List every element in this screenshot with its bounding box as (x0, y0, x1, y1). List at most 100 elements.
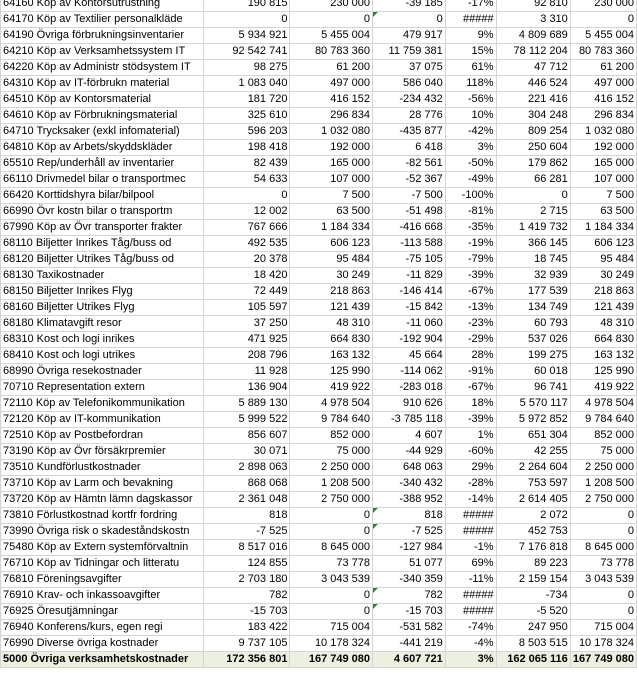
account-cell[interactable]: 64190 Övriga förbrukningsinventarier (0, 27, 205, 44)
budget-2-cell[interactable]: 75 000 (569, 443, 637, 460)
account-cell[interactable]: 65510 Rep/underhåll av inventarier (0, 155, 205, 172)
diff-cell[interactable]: -340 432 (372, 475, 446, 492)
budget-cell[interactable]: 48 310 (289, 315, 373, 332)
outcome-cell[interactable]: 72 449 (203, 283, 291, 300)
outcome-cell[interactable]: 492 535 (203, 235, 291, 252)
outcome-cell[interactable]: 325 610 (203, 107, 291, 124)
budget-2-cell[interactable]: 0 (569, 11, 637, 28)
budget-2-cell[interactable]: 2 750 000 (569, 491, 637, 508)
account-cell[interactable]: 73720 Köp av Hämtn lämn dagskassor (0, 491, 205, 508)
budget-cell[interactable]: 8 645 000 (289, 539, 373, 556)
prev-year-cell[interactable]: 452 753 (495, 523, 571, 540)
diff-percent-cell[interactable]: 28% (444, 347, 497, 364)
prev-year-cell[interactable]: 366 145 (495, 235, 571, 252)
outcome-cell[interactable]: -15 703 (203, 603, 291, 620)
diff-cell[interactable]: 910 626 (372, 395, 446, 412)
outcome-cell[interactable]: 767 666 (203, 219, 291, 236)
prev-year-cell[interactable]: 753 597 (495, 475, 571, 492)
diff-cell[interactable]: -3 785 118 (372, 411, 446, 428)
outcome-cell[interactable]: 5 889 130 (203, 395, 291, 412)
budget-2-cell[interactable]: 165 000 (569, 155, 637, 172)
outcome-cell[interactable]: 5 934 921 (203, 27, 291, 44)
prev-year-cell[interactable]: 304 248 (495, 107, 571, 124)
outcome-cell[interactable]: 37 250 (203, 315, 291, 332)
budget-cell[interactable]: 0 (289, 11, 373, 28)
outcome-cell[interactable]: 181 720 (203, 91, 291, 108)
prev-year-cell[interactable]: 60 018 (495, 363, 571, 380)
outcome-cell[interactable]: 12 002 (203, 203, 291, 220)
diff-percent-cell[interactable]: -4% (444, 635, 497, 652)
diff-cell[interactable]: -416 668 (372, 219, 446, 236)
diff-cell[interactable]: 28 776 (372, 107, 446, 124)
diff-percent-cell[interactable]: -39% (444, 267, 497, 284)
prev-year-cell[interactable]: 2 072 (495, 507, 571, 524)
budget-2-cell[interactable]: 121 439 (569, 299, 637, 316)
budget-2-cell[interactable]: 107 000 (569, 171, 637, 188)
account-cell[interactable]: 68410 Kost och logi utrikes (0, 347, 205, 364)
prev-year-cell[interactable]: 60 793 (495, 315, 571, 332)
account-cell[interactable]: 73510 Kundförlustkostnader (0, 459, 205, 476)
prev-year-cell[interactable]: 537 026 (495, 331, 571, 348)
prev-year-cell[interactable]: 3 310 (495, 11, 571, 28)
diff-percent-cell[interactable]: -1% (444, 539, 497, 556)
prev-year-cell[interactable]: 78 112 204 (495, 43, 571, 60)
outcome-cell[interactable]: 856 607 (203, 427, 291, 444)
budget-cell[interactable]: 121 439 (289, 299, 373, 316)
diff-percent-cell[interactable]: 29% (444, 459, 497, 476)
account-cell[interactable]: 68990 Övriga resekostnader (0, 363, 205, 380)
diff-cell[interactable]: -15 703 (372, 603, 446, 620)
diff-percent-cell[interactable]: 9% (444, 27, 497, 44)
budget-2-cell[interactable]: 5 455 004 (569, 27, 637, 44)
prev-year-cell[interactable]: 5 570 117 (495, 395, 571, 412)
prev-year-cell[interactable]: 162 065 116 (495, 651, 571, 668)
diff-cell[interactable]: -39 185 (372, 0, 446, 12)
budget-2-cell[interactable]: 1 184 334 (569, 219, 637, 236)
outcome-cell[interactable]: 1 083 040 (203, 75, 291, 92)
outcome-cell[interactable]: 208 796 (203, 347, 291, 364)
diff-percent-cell[interactable]: -74% (444, 619, 497, 636)
budget-cell[interactable]: 852 000 (289, 427, 373, 444)
budget-cell[interactable]: 192 000 (289, 139, 373, 156)
prev-year-cell[interactable]: 2 159 154 (495, 571, 571, 588)
diff-percent-cell[interactable]: ##### (444, 603, 497, 620)
prev-year-cell[interactable]: 89 223 (495, 555, 571, 572)
diff-percent-cell[interactable]: -28% (444, 475, 497, 492)
budget-2-cell[interactable]: 218 863 (569, 283, 637, 300)
diff-cell[interactable]: -51 498 (372, 203, 446, 220)
diff-percent-cell[interactable]: 61% (444, 59, 497, 76)
outcome-cell[interactable]: 172 356 801 (203, 651, 291, 668)
account-cell[interactable]: 66420 Korttidshyra bilar/bilpool (0, 187, 205, 204)
diff-percent-cell[interactable]: -100% (444, 187, 497, 204)
outcome-cell[interactable]: 198 418 (203, 139, 291, 156)
diff-percent-cell[interactable]: ##### (444, 11, 497, 28)
account-cell[interactable]: 68110 Biljetter Inrikes Tåg/buss od (0, 235, 205, 252)
outcome-cell[interactable]: 0 (203, 187, 291, 204)
diff-cell[interactable]: -75 105 (372, 251, 446, 268)
diff-percent-cell[interactable]: -60% (444, 443, 497, 460)
diff-percent-cell[interactable]: -35% (444, 219, 497, 236)
prev-year-cell[interactable]: 47 712 (495, 59, 571, 76)
diff-percent-cell[interactable]: -81% (444, 203, 497, 220)
prev-year-cell[interactable]: 247 950 (495, 619, 571, 636)
budget-cell[interactable]: 4 978 504 (289, 395, 373, 412)
budget-cell[interactable]: 218 863 (289, 283, 373, 300)
account-cell[interactable]: 64170 Köp av Textilier personalkläde (0, 11, 205, 28)
budget-cell[interactable]: 715 004 (289, 619, 373, 636)
diff-percent-cell[interactable]: ##### (444, 507, 497, 524)
budget-cell[interactable]: 7 500 (289, 187, 373, 204)
budget-2-cell[interactable]: 125 990 (569, 363, 637, 380)
account-cell[interactable]: 64210 Köp av Verksamhetssystem IT (0, 43, 205, 60)
outcome-cell[interactable]: 183 422 (203, 619, 291, 636)
budget-cell[interactable]: 80 783 360 (289, 43, 373, 60)
prev-year-cell[interactable]: 2 614 405 (495, 491, 571, 508)
diff-cell[interactable]: 37 075 (372, 59, 446, 76)
diff-percent-cell[interactable]: -23% (444, 315, 497, 332)
outcome-cell[interactable]: 8 517 016 (203, 539, 291, 556)
budget-cell[interactable]: 1 184 334 (289, 219, 373, 236)
budget-cell[interactable]: 3 043 539 (289, 571, 373, 588)
prev-year-cell[interactable]: -5 520 (495, 603, 571, 620)
budget-cell[interactable]: 125 990 (289, 363, 373, 380)
budget-2-cell[interactable]: 163 132 (569, 347, 637, 364)
diff-percent-cell[interactable]: -50% (444, 155, 497, 172)
prev-year-cell[interactable]: 2 264 604 (495, 459, 571, 476)
